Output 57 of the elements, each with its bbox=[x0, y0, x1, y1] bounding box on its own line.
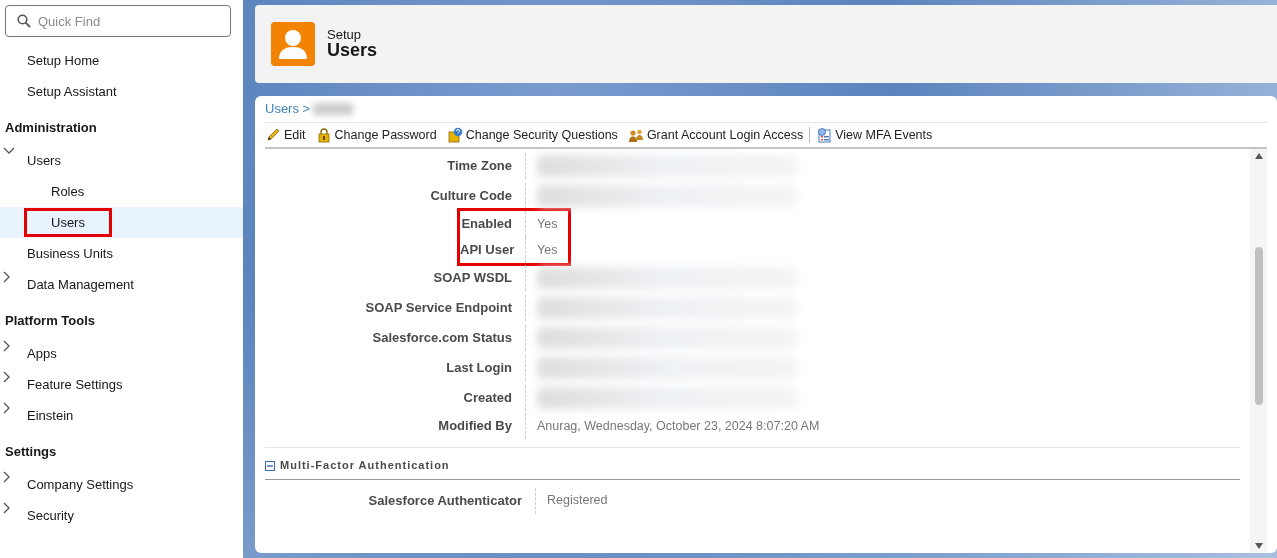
field-label: Time Zone bbox=[447, 158, 512, 174]
chevron-right-icon[interactable] bbox=[3, 401, 11, 414]
search-field[interactable]: Quick Find bbox=[5, 5, 231, 37]
section-heading: Administration bbox=[5, 119, 97, 138]
toolbar-button[interactable]: Grant Account Login Access bbox=[627, 125, 804, 145]
field-label: Modified By bbox=[438, 418, 512, 434]
field-value: Anurag, Wednesday, October 23, 2024 8:07:20 AM bbox=[537, 417, 820, 435]
field-label: SOAP WSDL bbox=[433, 270, 512, 286]
sidebar-item[interactable]: Data Management bbox=[27, 276, 134, 292]
toolbar-button[interactable]: Edit bbox=[265, 125, 306, 145]
sidebar-item[interactable]: Setup Home bbox=[27, 52, 100, 68]
chevron-right-icon[interactable] bbox=[3, 370, 11, 383]
scroll-up-icon[interactable] bbox=[1254, 153, 1263, 159]
sidebar-item[interactable]: Business Units bbox=[27, 245, 113, 261]
lock-icon bbox=[315, 127, 332, 143]
field-value: Yes bbox=[537, 241, 558, 259]
pencil-icon bbox=[265, 127, 281, 143]
breadcrumb-link[interactable]: Users > bbox=[265, 99, 311, 119]
chevron-right-icon[interactable] bbox=[3, 339, 11, 352]
field-value: Registered bbox=[547, 492, 608, 510]
field-value: Yes bbox=[537, 215, 558, 233]
chevron-right-icon[interactable] bbox=[3, 270, 11, 283]
question-icon bbox=[446, 127, 463, 143]
field-label: Enabled bbox=[461, 216, 512, 232]
sidebar-item[interactable]: Apps bbox=[27, 345, 57, 361]
header-eyebrow: Setup bbox=[327, 27, 362, 41]
sidebar-item[interactable]: Setup Assistant bbox=[27, 83, 117, 99]
scroll-down-icon[interactable] bbox=[1254, 543, 1263, 549]
section-title: Multi-Factor Authentication bbox=[280, 457, 450, 473]
scrollbar[interactable] bbox=[1250, 149, 1267, 553]
sidebar-item[interactable]: Security bbox=[27, 507, 74, 523]
blurred-text bbox=[313, 103, 354, 115]
field-label: API User bbox=[460, 242, 515, 258]
section-heading: Settings bbox=[5, 443, 57, 462]
chevron-right-icon[interactable] bbox=[3, 501, 11, 514]
toolbar-button[interactable]: Change Password bbox=[315, 125, 437, 145]
toolbar-button[interactable]: View MFA Events bbox=[816, 125, 933, 145]
sidebar-item[interactable]: Company Settings bbox=[27, 476, 134, 492]
field-label: Salesforce.com Status bbox=[372, 330, 512, 346]
field-label: Created bbox=[463, 390, 512, 406]
sidebar-item[interactable]: Einstein bbox=[27, 407, 74, 423]
section-heading: Platform Tools bbox=[5, 312, 96, 331]
field-label: Last Login bbox=[446, 360, 512, 376]
sidebar-item[interactable]: Feature Settings bbox=[27, 376, 123, 392]
scroll-thumb[interactable] bbox=[1254, 247, 1263, 405]
toolbar-button[interactable]: Change Security Questions bbox=[446, 125, 618, 145]
field-label: Salesforce Authenticator bbox=[368, 492, 522, 508]
user-icon bbox=[271, 22, 315, 66]
minus-box-icon[interactable] bbox=[265, 460, 275, 471]
field-label: SOAP Service Endpoint bbox=[365, 300, 512, 316]
chevron-down-icon[interactable] bbox=[3, 146, 15, 155]
people-icon bbox=[627, 127, 644, 143]
sidebar-item[interactable]: Users bbox=[27, 152, 61, 168]
checklist-icon bbox=[816, 127, 833, 143]
field-label: Culture Code bbox=[430, 188, 512, 204]
chevron-right-icon[interactable] bbox=[3, 470, 11, 483]
sidebar-item[interactable]: Roles bbox=[27, 179, 109, 204]
